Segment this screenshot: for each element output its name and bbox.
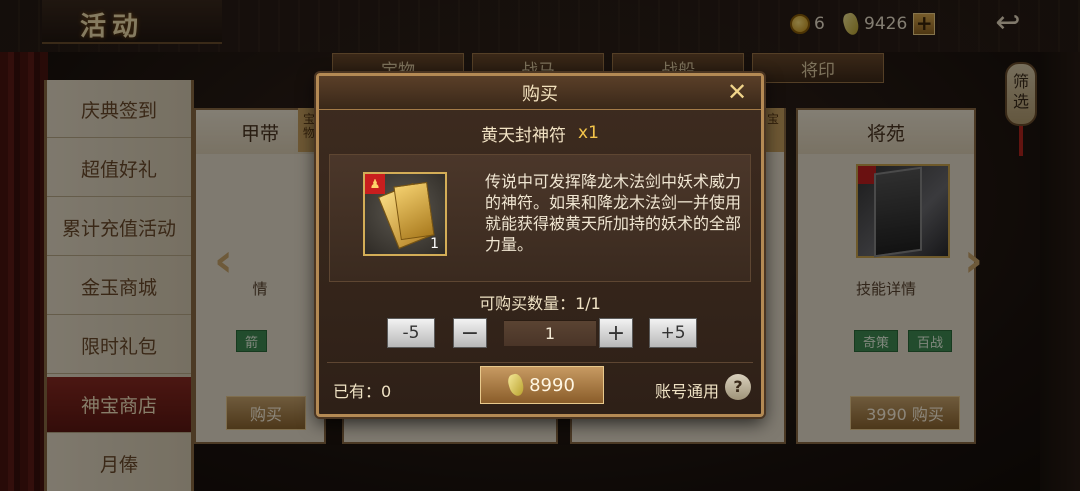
- item-description: 传说中可发挥降龙木法剑中妖术威力的神符。如果和降龙木法剑一并使用就能获得被黄天所…: [485, 172, 742, 254]
- item-name: 黄天封神符: [481, 125, 567, 146]
- item-name-row: 黄天封神符 x1: [319, 120, 761, 146]
- close-icon[interactable]: ✕: [723, 79, 751, 107]
- dialog-title: 购买: [522, 83, 558, 105]
- help-icon[interactable]: ?: [725, 374, 751, 400]
- item-count: 1: [430, 236, 439, 252]
- item-quantity: x1: [578, 123, 599, 143]
- minus-button[interactable]: −: [453, 318, 487, 348]
- quantity-input[interactable]: 1: [504, 320, 596, 346]
- purchase-dialog: 购买 ✕ 黄天封神符 x1 ♟ 1 传说中可发挥降龙木法剑中妖术威力的神符。如果…: [316, 73, 764, 417]
- account-shared-label: 账号通用: [655, 382, 720, 401]
- footer-divider: [327, 362, 753, 363]
- talisman-icon: [393, 181, 435, 241]
- item-description-panel: ♟ 1 传说中可发挥降龙木法剑中妖术威力的神符。如果和降龙木法剑一并使用就能获得…: [329, 154, 751, 282]
- dialog-header: 购买: [319, 76, 761, 110]
- owned-count: 已有：0: [333, 382, 392, 401]
- buyable-quantity: 可购买数量：1/1: [479, 294, 601, 313]
- item-slot[interactable]: ♟ 1: [363, 172, 447, 256]
- jade-icon: [506, 372, 526, 398]
- owner-badge-icon: ♟: [365, 174, 385, 194]
- plus-button[interactable]: +: [599, 318, 633, 348]
- minus-five-button[interactable]: -5: [387, 318, 435, 348]
- buy-button[interactable]: 8990: [480, 366, 604, 404]
- buy-price: 8990: [529, 374, 575, 396]
- plus-five-button[interactable]: +5: [649, 318, 697, 348]
